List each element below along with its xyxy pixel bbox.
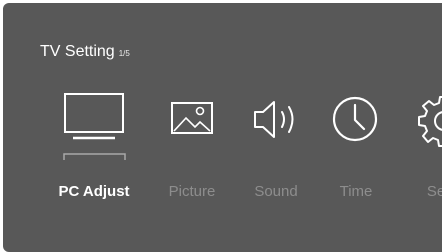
page-indicator: 1/5 [118, 49, 130, 58]
selection-indicator [63, 153, 126, 160]
menu-item-setup[interactable]: Se [388, 83, 442, 213]
gear-icon [388, 83, 442, 153]
picture-icon [144, 83, 240, 153]
menu-item-label: Se [426, 183, 442, 200]
monitor-icon [46, 83, 142, 153]
menu-item-label: Picture [168, 183, 216, 200]
menu-item-pc-adjust[interactable]: PC Adjust [46, 83, 142, 213]
menu-item-picture[interactable]: Picture [144, 83, 240, 213]
header: TV Setting 1/5 [40, 43, 130, 61]
menu-item-label: PC Adjust [58, 183, 130, 200]
tv-setting-panel: TV Setting 1/5 PC Adjust Picture Sound T… [3, 3, 442, 252]
page-title: TV Setting [40, 43, 115, 60]
